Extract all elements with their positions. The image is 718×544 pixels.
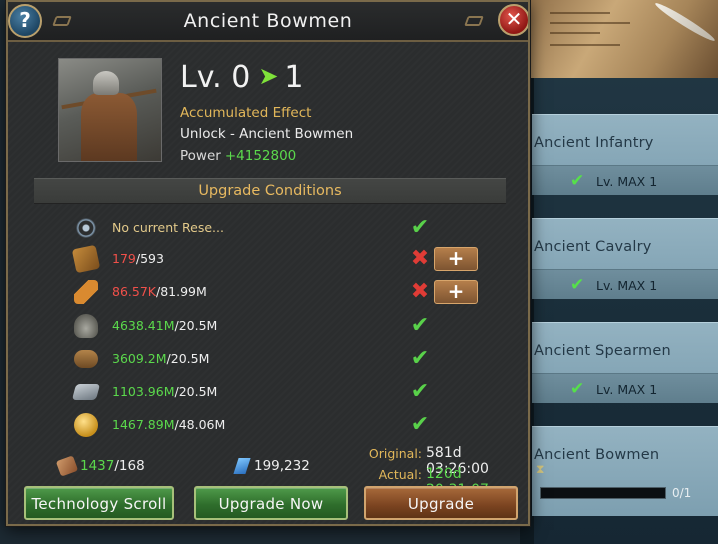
check-icon: ✔ bbox=[410, 412, 430, 437]
upgrade-button[interactable]: Upgrade bbox=[364, 486, 518, 520]
quill-pen-icon bbox=[653, 0, 717, 44]
tech-card-ancient-infantry[interactable]: Ancient Infantry ✔ Lv. MAX 1 bbox=[532, 114, 718, 195]
check-icon: ✔ bbox=[410, 346, 430, 371]
tech-scroll-icon bbox=[55, 455, 79, 477]
tech-card-level: Lv. MAX 1 bbox=[596, 278, 658, 293]
condition-row-book: 179/593 ✖ + bbox=[71, 244, 494, 275]
current-level: Lv. 0 bbox=[180, 60, 251, 95]
upgrade-conditions-header: Upgrade Conditions bbox=[34, 178, 506, 204]
accumulated-effect-label: Accumulated Effect bbox=[180, 105, 312, 121]
condition-amount: 179/593 bbox=[112, 251, 164, 266]
tech-card-name: Ancient Infantry bbox=[534, 135, 654, 151]
dialog-title-bar: Ancient Bowmen bbox=[8, 2, 528, 42]
tech-progress-text: 0/1 bbox=[672, 486, 692, 500]
hourglass-icon: ⧗ bbox=[536, 462, 545, 476]
food-icon bbox=[74, 314, 98, 338]
tech-card-ancient-spearmen[interactable]: Ancient Spearmen ✔ Lv. MAX 1 bbox=[532, 322, 718, 403]
cross-icon: ✖ bbox=[410, 246, 430, 271]
gold-icon bbox=[74, 413, 98, 437]
tech-card-level: Lv. MAX 1 bbox=[596, 174, 658, 189]
condition-amount: 4638.41M/20.5M bbox=[112, 318, 218, 333]
tech-progress-bar bbox=[540, 487, 666, 499]
actual-time-label: Actual: bbox=[378, 467, 422, 482]
upgrade-now-button[interactable]: Upgrade Now bbox=[194, 486, 348, 520]
tech-scroll-count: 1437/168 bbox=[80, 458, 145, 474]
power-value: +4152800 bbox=[224, 148, 297, 164]
original-time-label: Original: bbox=[368, 446, 422, 461]
check-icon: ✔ bbox=[570, 275, 585, 295]
tech-card-ancient-bowmen[interactable]: Ancient Bowmen bbox=[532, 426, 718, 516]
condition-row-food: 4638.41M/20.5M ✔ bbox=[74, 312, 494, 342]
technology-scroll-button[interactable]: Technology Scroll bbox=[24, 486, 174, 520]
iron-icon bbox=[71, 384, 101, 400]
condition-amount: 3609.2M/20.5M bbox=[112, 351, 210, 366]
unlock-text: Unlock - Ancient Bowmen bbox=[180, 126, 354, 142]
tech-card-level: Lv. MAX 1 bbox=[596, 382, 658, 397]
check-icon: ✔ bbox=[410, 215, 430, 240]
condition-row-quill: 86.57K/81.99M ✖ + bbox=[74, 278, 494, 308]
condition-amount: 1467.89M/48.06M bbox=[112, 417, 226, 432]
map-decoration bbox=[520, 0, 718, 78]
tech-card-level-bar: ✔ Lv. MAX 1 bbox=[532, 165, 718, 195]
gem-icon bbox=[233, 458, 251, 474]
tech-card-level-bar: ✔ Lv. MAX 1 bbox=[532, 269, 718, 299]
condition-row-iron: 1103.96M/20.5M ✔ bbox=[71, 378, 494, 408]
power-line: Power +4152800 bbox=[180, 148, 296, 164]
tech-card-name: Ancient Spearmen bbox=[534, 343, 671, 359]
tech-card-name: Ancient Bowmen bbox=[534, 447, 660, 463]
check-icon: ✔ bbox=[410, 313, 430, 338]
add-quill-button[interactable]: + bbox=[434, 280, 478, 304]
quill-icon bbox=[74, 280, 98, 304]
gem-count: 199,232 bbox=[254, 458, 310, 474]
condition-amount: 1103.96M/20.5M bbox=[112, 384, 218, 399]
arrow-right-icon: ➤ bbox=[258, 62, 279, 90]
power-label: Power bbox=[180, 148, 221, 164]
book-icon bbox=[71, 244, 101, 274]
tech-card-name: Ancient Cavalry bbox=[534, 239, 652, 255]
unit-portrait bbox=[58, 58, 162, 162]
condition-row-gold: 1467.89M/48.06M ✔ bbox=[74, 411, 494, 441]
condition-row-research: No current Rese... ✔ bbox=[74, 214, 494, 244]
close-button[interactable]: ✕ bbox=[498, 4, 528, 36]
tech-card-ancient-cavalry[interactable]: Ancient Cavalry ✔ Lv. MAX 1 bbox=[532, 218, 718, 299]
tech-detail-dialog: Ancient Bowmen ? ✕ Lv. 0 ➤ 1 Accumulated E… bbox=[6, 0, 530, 526]
research-atom-icon bbox=[74, 216, 98, 240]
tech-progress: 0/1 bbox=[532, 486, 718, 502]
check-icon: ✔ bbox=[570, 171, 585, 191]
dialog-title: Ancient Bowmen bbox=[183, 10, 353, 32]
add-book-button[interactable]: + bbox=[434, 247, 478, 271]
condition-row-wood: 3609.2M/20.5M ✔ bbox=[74, 345, 494, 375]
next-level: 1 bbox=[284, 60, 304, 95]
check-icon: ✔ bbox=[410, 379, 430, 404]
tech-card-level-bar: ✔ Lv. MAX 1 bbox=[532, 373, 718, 403]
condition-amount: 86.57K/81.99M bbox=[112, 284, 207, 299]
level-display: Lv. 0 ➤ 1 bbox=[180, 60, 304, 95]
cross-icon: ✖ bbox=[410, 279, 430, 304]
wood-icon bbox=[74, 350, 98, 368]
condition-text: No current Rese... bbox=[112, 220, 224, 235]
check-icon: ✔ bbox=[570, 379, 585, 399]
help-button[interactable]: ? bbox=[8, 4, 42, 38]
